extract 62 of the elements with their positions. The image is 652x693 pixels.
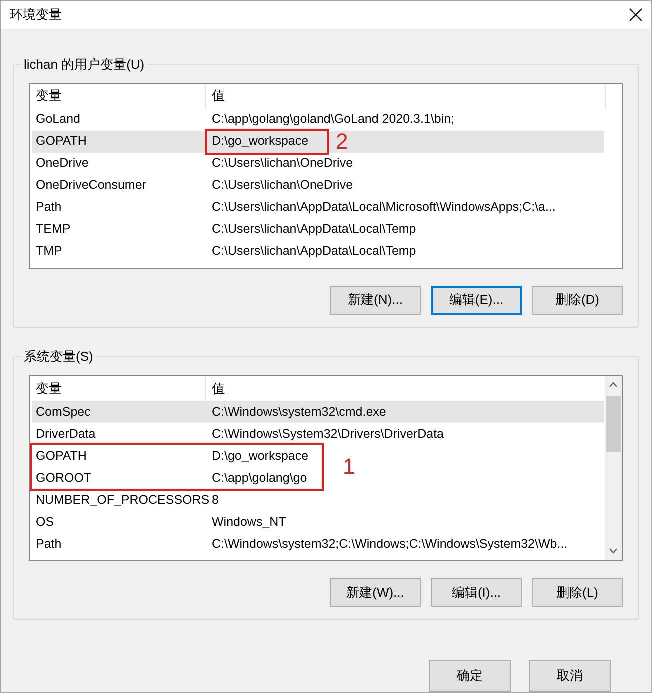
variable-list[interactable]: [29, 375, 623, 561]
variable-name: OneDrive: [35, 156, 90, 171]
variable-value: Windows_NT: [211, 514, 286, 530]
variable-name: ComSpec: [35, 404, 92, 420]
variable-name: NUMBER_OF_PROCESSORS: [35, 492, 208, 508]
variable-name: TEMP: [35, 222, 72, 237]
variable-name: OS: [35, 514, 56, 530]
annotation-number: 1: [343, 456, 356, 478]
variable-value: C:\Users\lichan\OneDrive: [211, 178, 354, 193]
variable-value: C:\Windows\System32\Drivers\DriverData: [211, 426, 444, 442]
variable-value: 8: [211, 492, 219, 508]
list-row[interactable]: GOPATH D:\go_workspace: [32, 445, 309, 467]
list-row[interactable]: OneDriveConsumer C:\Users\lichan\OneDrive: [32, 174, 354, 196]
variable-name: GOROOT: [35, 470, 93, 486]
variable-value: C:\Users\lichan\AppData\Local\Temp: [211, 222, 416, 237]
variable-name: GOPATH: [35, 134, 88, 149]
dialog-button[interactable]: 删除(L): [532, 578, 623, 607]
variable-value: D:\go_workspace: [211, 448, 309, 464]
dialog-button[interactable]: 编辑(I)...: [431, 578, 522, 607]
dialog-button[interactable]: 删除(D): [532, 286, 623, 314]
variable-value: D:\go_workspace: [211, 134, 309, 149]
variable-name: Path: [35, 536, 63, 552]
list-row[interactable]: Path C:\Windows\system32;C:\Windows;C:\Windows\System32\Wb...: [32, 533, 568, 555]
variable-name: DriverData: [35, 426, 97, 442]
scroll-down-icon[interactable]: [609, 548, 618, 554]
scroll-up-icon[interactable]: [609, 382, 618, 388]
variable-value: C:\app\golang\goland\GoLand 2020.3.1\bin;: [211, 112, 455, 127]
window-title: 环境变量: [10, 6, 62, 24]
close-icon[interactable]: [629, 8, 643, 22]
column-header[interactable]: 值: [206, 84, 606, 108]
annotation-number: 2: [336, 130, 348, 152]
column-header[interactable]: 变量: [30, 84, 206, 108]
dialog-button[interactable]: 确定: [429, 660, 511, 692]
variable-value: C:\Users\lichan\OneDrive: [211, 156, 354, 171]
group-label: 系统变量(S): [22, 347, 96, 366]
list-row[interactable]: OneDrive C:\Users\lichan\OneDrive: [32, 152, 354, 174]
list-row[interactable]: NUMBER_OF_PROCESSORS 8: [32, 489, 219, 511]
list-row[interactable]: OS Windows_NT: [32, 511, 286, 533]
variable-value: C:\Users\lichan\AppData\Local\Temp: [211, 244, 416, 259]
list-row[interactable]: TEMP C:\Users\lichan\AppData\Local\Temp: [32, 218, 416, 240]
list-row[interactable]: GoLand C:\app\golang\goland\GoLand 2020.3.1\bin;: [32, 108, 455, 130]
scrollbar[interactable]: [605, 376, 622, 560]
scrollbar-thumb[interactable]: [606, 396, 621, 452]
dialog-button[interactable]: 新建(N)...: [330, 286, 421, 314]
dialog-button[interactable]: 编辑(E)...: [431, 286, 522, 314]
list-row[interactable]: Path C:\Users\lichan\AppData\Local\Microsoft\WindowsApps;C:\a...: [32, 196, 556, 218]
variable-name: GoLand: [35, 112, 82, 127]
variable-name: TMP: [35, 244, 64, 259]
list-row[interactable]: GOROOT C:\app\golang\go: [32, 467, 308, 489]
dialog-button[interactable]: 取消: [529, 660, 611, 692]
variable-value: C:\Windows\system32;C:\Windows;C:\Windows\System32\Wb...: [211, 536, 568, 552]
variable-name: OneDriveConsumer: [35, 178, 148, 193]
variable-value: C:\app\golang\go: [211, 470, 308, 486]
variable-value: C:\Windows\system32\cmd.exe: [211, 404, 386, 420]
variable-name: GOPATH: [35, 448, 88, 464]
list-row[interactable]: ComSpec C:\Windows\system32\cmd.exe: [32, 401, 604, 423]
variable-list[interactable]: [29, 82, 623, 268]
list-row[interactable]: DriverData C:\Windows\System32\Drivers\DriverData: [32, 423, 444, 445]
variable-value: C:\Users\lichan\AppData\Local\Microsoft\WindowsApps;C:\a...: [211, 200, 556, 215]
list-row[interactable]: TMP C:\Users\lichan\AppData\Local\Temp: [32, 240, 416, 262]
dialog-button[interactable]: 新建(W)...: [330, 578, 421, 607]
variable-name: Path: [35, 200, 63, 215]
